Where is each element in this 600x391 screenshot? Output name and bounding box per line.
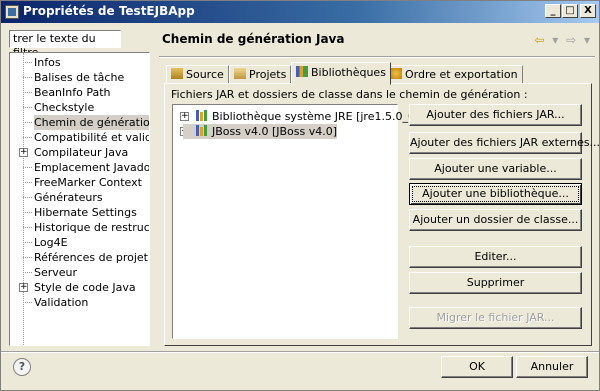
header-divider	[159, 56, 595, 58]
tree-item-code-style[interactable]: Style de code Java	[34, 280, 136, 295]
tab-ordre-export[interactable]: Ordre et exportation	[385, 65, 523, 84]
tree-connector	[23, 167, 32, 168]
project-folder-icon	[234, 68, 246, 79]
remove-button[interactable]: Supprimer	[409, 272, 582, 294]
add-external-jars-button[interactable]: Ajouter des fichiers JAR externes...	[409, 132, 600, 154]
tab-label: Ordre et exportation	[405, 68, 518, 81]
add-jars-button[interactable]: Ajouter des fichiers JAR...	[409, 104, 582, 126]
filter-input[interactable]: trer le texte du filtre	[9, 30, 121, 59]
tree-item-historique[interactable]: Historique de restructura	[34, 220, 149, 235]
expand-icon[interactable]: +	[19, 148, 28, 157]
add-library-button[interactable]: Ajouter une bibliothèque...	[409, 183, 582, 205]
footer-divider	[1, 351, 599, 353]
tree-connector	[23, 212, 32, 213]
library-icon	[196, 125, 209, 136]
tree-connector	[23, 62, 32, 63]
tree-connector	[23, 92, 32, 93]
migrate-jar-button: Migrer le fichier JAR...	[409, 307, 582, 329]
tree-connector	[23, 77, 32, 78]
back-icon[interactable]: ⇦	[534, 33, 544, 47]
close-button[interactable]: X	[580, 4, 596, 18]
page-title: Chemin de génération Java	[162, 32, 345, 46]
library-icon	[296, 66, 308, 77]
tree-item-freemarker[interactable]: FreeMarker Context	[34, 175, 142, 190]
tree-connector	[23, 302, 32, 303]
tab-source[interactable]: Source	[166, 65, 229, 84]
library-item-jre[interactable]: Bibliothèque système JRE [jre1.5.0_07]	[183, 109, 426, 124]
tree-connector	[23, 182, 32, 183]
ok-button[interactable]: OK	[441, 356, 513, 378]
library-label: Bibliothèque système JRE [jre1.5.0_07]	[212, 110, 427, 123]
order-export-icon	[390, 68, 402, 79]
forward-icon[interactable]: ⇨	[566, 33, 576, 47]
source-folder-icon	[171, 68, 183, 79]
tree-item-build-path[interactable]: Chemin de génération Ja	[34, 115, 149, 130]
tree-item-beaninfo[interactable]: BeanInfo Path	[34, 85, 111, 100]
cancel-button[interactable]: Annuler	[516, 356, 588, 378]
chevron-down-icon[interactable]: ▾	[584, 33, 590, 47]
tree-connector	[23, 137, 32, 138]
library-icon	[196, 110, 209, 121]
properties-tree[interactable]: Infos Balises de tâche BeanInfo Path Che…	[9, 52, 150, 346]
tree-item-balises[interactable]: Balises de tâche	[34, 70, 124, 85]
tree-item-log4e[interactable]: Log4E	[34, 235, 68, 250]
page-header: Chemin de génération Java ⇦ ▾ ⇨ ▾	[154, 24, 600, 54]
library-item-jboss[interactable]: JBoss v4.0 [JBoss v4.0]	[183, 124, 338, 139]
tree-item-serveur[interactable]: Serveur	[34, 265, 77, 280]
tree-item-compat[interactable]: Compatibilité et validation	[34, 130, 149, 145]
help-icon[interactable]: ?	[13, 358, 31, 376]
window-icon	[5, 5, 19, 19]
tree-item-javadoc[interactable]: Emplacement Javadoc	[34, 160, 149, 175]
tree-connector	[23, 242, 32, 243]
tree-item-infos[interactable]: Infos	[34, 55, 61, 70]
nav-controls: ⇦ ▾ ⇨ ▾	[530, 33, 590, 47]
tree-item-validation[interactable]: Validation	[34, 295, 88, 310]
add-variable-button[interactable]: Ajouter une variable...	[409, 158, 582, 180]
tree-connector	[23, 107, 32, 108]
library-list[interactable]: + Bibliothèque système JRE [jre1.5.0_07]…	[172, 104, 426, 339]
title-bar[interactable]: Propriétés de TestEJBApp _ □ X	[1, 1, 599, 23]
tree-item-compiler[interactable]: Compilateur Java	[34, 145, 128, 160]
window-title: Propriétés de TestEJBApp	[23, 4, 195, 18]
build-path-label: Fichiers JAR et dossiers de classe dans …	[171, 88, 528, 101]
chevron-down-icon[interactable]: ▾	[552, 33, 558, 47]
tab-projets[interactable]: Projets	[229, 65, 292, 84]
tree-item-checkstyle[interactable]: Checkstyle	[34, 100, 94, 115]
tree-item-hibernate[interactable]: Hibernate Settings	[34, 205, 137, 220]
tree-connector	[23, 257, 32, 258]
tab-bibliotheques[interactable]: Bibliothèques	[291, 62, 391, 85]
tab-label: Source	[186, 68, 224, 81]
minimize-button[interactable]: _	[545, 4, 561, 18]
tree-item-references[interactable]: Références de projet	[34, 250, 148, 265]
tree-connector	[23, 122, 32, 123]
edit-button[interactable]: Editer...	[409, 246, 582, 268]
add-class-folder-button[interactable]: Ajouter un dossier de classe...	[409, 209, 582, 231]
tab-label: Projets	[249, 68, 287, 81]
maximize-button[interactable]: □	[562, 4, 578, 18]
tree-connector	[23, 197, 32, 198]
tab-label: Bibliothèques	[311, 66, 386, 79]
tree-connector	[23, 227, 32, 228]
properties-dialog: Propriétés de TestEJBApp _ □ X trer le t…	[0, 0, 600, 391]
expand-icon[interactable]: +	[19, 283, 28, 292]
tree-connector	[23, 272, 32, 273]
library-label: JBoss v4.0 [JBoss v4.0]	[212, 125, 338, 138]
tree-item-generateurs[interactable]: Générateurs	[34, 190, 103, 205]
